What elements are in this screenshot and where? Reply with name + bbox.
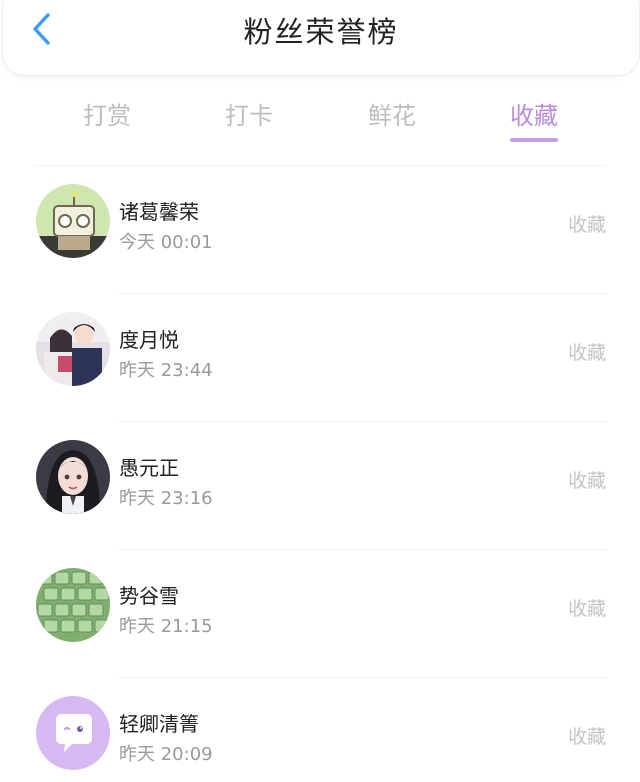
list-item[interactable]: 势谷雪 昨天 21:15 收藏 (0, 550, 640, 678)
action-label: 收藏 (567, 214, 606, 236)
top-header: 粉丝荣誉榜 (2, 0, 640, 76)
avatar (36, 568, 110, 642)
fan-time: 昨天 20:09 (119, 744, 213, 765)
active-tab-underline (510, 138, 558, 142)
tab-checkin[interactable]: 打卡 (199, 96, 299, 131)
robot-cartoon-avatar (36, 184, 110, 258)
fan-name: 轻卿清箐 (119, 712, 199, 736)
fan-time: 昨天 23:44 (119, 360, 213, 381)
tab-tip[interactable]: 打赏 (57, 96, 157, 131)
avatar (36, 312, 110, 386)
couple-photo-avatar (36, 312, 110, 386)
action-label: 收藏 (567, 470, 606, 492)
fan-list: 诸葛馨荣 今天 00:01 收藏 度月悦 昨天 23:44 收藏 愚元正 昨天 … (0, 166, 640, 782)
page-title: 粉丝荣誉榜 (243, 15, 399, 49)
action-label: 收藏 (567, 726, 606, 748)
fan-name: 愚元正 (119, 456, 179, 480)
action-label: 收藏 (567, 342, 606, 364)
list-item[interactable]: 愚元正 昨天 23:16 收藏 (0, 422, 640, 550)
avatar (36, 696, 110, 770)
default-chat-avatar (36, 696, 110, 770)
fan-time: 昨天 21:15 (119, 616, 213, 637)
tab-favorites[interactable]: 收藏 (484, 96, 584, 142)
list-item[interactable]: 轻卿清箐 昨天 20:09 收藏 (0, 678, 640, 782)
green-keyboard-avatar (36, 568, 110, 642)
anime-girl-avatar (36, 440, 110, 514)
fan-time: 今天 00:01 (119, 232, 213, 253)
list-item[interactable]: 诸葛馨荣 今天 00:01 收藏 (0, 166, 640, 294)
tab-favorites-label: 收藏 (510, 102, 558, 130)
avatar (36, 440, 110, 514)
avatar (36, 184, 110, 258)
tab-bar: 打赏 打卡 鲜花 收藏 (0, 96, 640, 148)
tab-flowers[interactable]: 鲜花 (342, 96, 442, 131)
list-item[interactable]: 度月悦 昨天 23:44 收藏 (0, 294, 640, 422)
fan-honor-page: 粉丝荣誉榜 打赏 打卡 鲜花 收藏 诸葛馨荣 今天 00:01 收藏 度月悦 昨… (0, 0, 640, 782)
fan-time: 昨天 23:16 (119, 488, 213, 509)
fan-name: 势谷雪 (119, 584, 179, 608)
action-label: 收藏 (567, 598, 606, 620)
fan-name: 诸葛馨荣 (119, 200, 199, 224)
fan-name: 度月悦 (119, 328, 179, 352)
